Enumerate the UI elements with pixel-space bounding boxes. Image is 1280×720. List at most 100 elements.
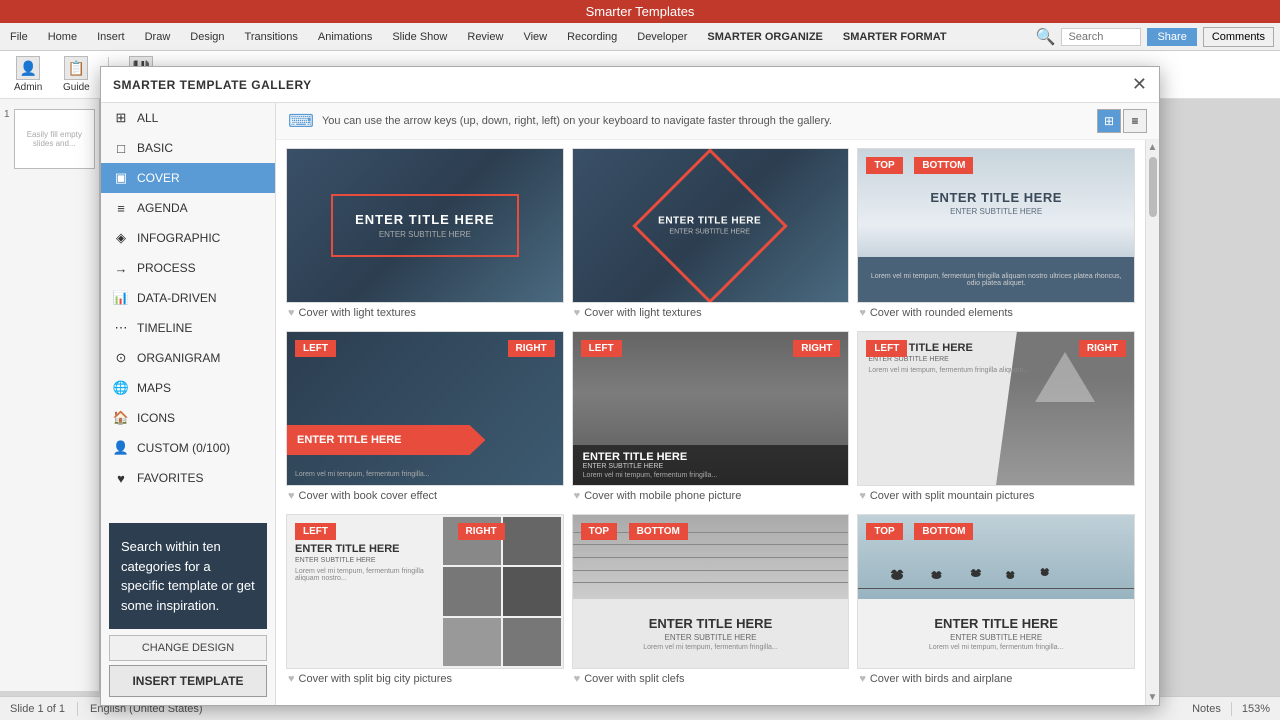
gallery-thumb-1[interactable]: ENTER TITLE HERE ENTER SUBTITLE HERE xyxy=(286,148,564,303)
heart-icon-3[interactable]: ♥ xyxy=(859,307,866,319)
share-button[interactable]: Share xyxy=(1147,28,1196,46)
heart-icon-4[interactable]: ♥ xyxy=(288,490,295,502)
change-design-button[interactable]: CHANGE DESIGN xyxy=(109,635,267,661)
ribbon-animations[interactable]: Animations xyxy=(314,29,376,45)
heart-icon-5[interactable]: ♥ xyxy=(574,490,581,502)
heart-icon-2[interactable]: ♥ xyxy=(574,307,581,319)
ribbon-smarter-format[interactable]: SMARTER FORMAT xyxy=(839,29,951,45)
gallery-thumb-7[interactable]: LEFT RIGHT ENTER TITLE HERE ENTER SUBTIT… xyxy=(286,514,564,669)
gallery-item-7: LEFT RIGHT ENTER TITLE HERE ENTER SUBTIT… xyxy=(286,514,564,689)
tag-right-4[interactable]: RIGHT xyxy=(508,340,555,357)
tag-bottom-9[interactable]: BOTTOM xyxy=(914,523,973,540)
tag-right-7[interactable]: RIGHT xyxy=(458,523,505,540)
app-title: Smarter Templates xyxy=(586,4,695,19)
ribbon-home[interactable]: Home xyxy=(44,29,81,45)
grid-view-button[interactable]: ⊞ xyxy=(1097,109,1121,133)
tag-left-4[interactable]: LEFT xyxy=(295,340,336,357)
gallery-label-7: ♥ Cover with split big city pictures xyxy=(286,669,564,689)
sidebar-item-agenda[interactable]: ≡ AGENDA xyxy=(101,193,275,223)
heart-icon-8[interactable]: ♥ xyxy=(574,673,581,685)
sidebar-item-timeline[interactable]: ⋯ TIMELINE xyxy=(101,313,275,343)
gallery-thumb-9[interactable]: TOP BOTTOM xyxy=(857,514,1135,669)
admin-button[interactable]: 👤 Admin xyxy=(8,54,48,95)
ribbon-transitions[interactable]: Transitions xyxy=(241,29,302,45)
ribbon-developer[interactable]: Developer xyxy=(633,29,691,45)
sidebar-item-infographic[interactable]: ◈ INFOGRAPHIC xyxy=(101,223,275,253)
sidebar-item-icons[interactable]: 🏠 ICONS xyxy=(101,403,275,433)
ribbon-design[interactable]: Design xyxy=(186,29,228,45)
sidebar-bottom: Search within ten categories for a speci… xyxy=(101,515,275,705)
tag-top-8[interactable]: TOP xyxy=(581,523,617,540)
city-photo-4 xyxy=(503,567,561,615)
list-view-button[interactable]: ≡ xyxy=(1123,109,1147,133)
tag-left-5[interactable]: LEFT xyxy=(581,340,622,357)
ribbon-recording[interactable]: Recording xyxy=(563,29,621,45)
gallery-thumb-8[interactable]: TOP BOTTOM xyxy=(572,514,850,669)
sidebar-item-favorites[interactable]: ♥ FAVORITES xyxy=(101,463,275,493)
tag-top-9[interactable]: TOP xyxy=(866,523,902,540)
sidebar-item-all[interactable]: ⊞ ALL xyxy=(101,103,275,133)
ribbon-slideshow[interactable]: Slide Show xyxy=(388,29,451,45)
title-bar: Smarter Templates xyxy=(0,0,1280,23)
gallery-item-2: ENTER TITLE HERE ENTER SUBTITLE HERE ♥ C… xyxy=(572,148,850,323)
gallery-thumb-5[interactable]: LEFT RIGHT ENTER TITLE HERE ENTER SUBTIT… xyxy=(572,331,850,486)
gallery-thumb-4[interactable]: LEFT RIGHT ENTER TITLE HERE Lorem vel mi… xyxy=(286,331,564,486)
tag-bottom-8[interactable]: BOTTOM xyxy=(629,523,688,540)
gallery-thumb-3[interactable]: TOP BOTTOM ENTER TITLE HERE ENTER SUBTIT… xyxy=(857,148,1135,303)
tip-icon: ⌨ xyxy=(288,111,314,132)
heart-icon-1[interactable]: ♥ xyxy=(288,307,295,319)
ribbon-file[interactable]: File xyxy=(6,29,32,45)
scrollbar: ▲ ▼ xyxy=(1145,140,1159,705)
scroll-up-arrow[interactable]: ▲ xyxy=(1148,142,1158,153)
search-icon[interactable]: 🔍 xyxy=(1036,27,1056,47)
dialog-close-button[interactable]: ✕ xyxy=(1132,74,1147,95)
city-photo-2 xyxy=(503,517,561,565)
tag-left-6[interactable]: LEFT xyxy=(866,340,907,357)
tag-right-6[interactable]: RIGHT xyxy=(1079,340,1126,357)
organigram-icon: ⊙ xyxy=(113,350,129,366)
basic-icon: □ xyxy=(113,140,129,156)
ribbon-draw[interactable]: Draw xyxy=(141,29,175,45)
tag-right-5[interactable]: RIGHT xyxy=(793,340,840,357)
sidebar-item-cover[interactable]: ▣ COVER xyxy=(101,163,275,193)
heart-icon-6[interactable]: ♥ xyxy=(859,490,866,502)
dialog-title: SMARTER TEMPLATE GALLERY xyxy=(113,78,312,92)
gallery-label-4: ♥ Cover with book cover effect xyxy=(286,486,564,506)
tag-bottom-3[interactable]: BOTTOM xyxy=(914,157,973,174)
ribbon-search-input[interactable] xyxy=(1061,28,1141,46)
comments-button[interactable]: Comments xyxy=(1203,27,1274,47)
notes-button[interactable]: Notes xyxy=(1192,703,1221,715)
gallery-item-1: ENTER TITLE HERE ENTER SUBTITLE HERE ♥ C… xyxy=(286,148,564,323)
slide-info: Slide 1 of 1 xyxy=(10,703,65,715)
gallery-label-8: ♥ Cover with split clefs xyxy=(572,669,850,689)
ribbon-smarter-organize[interactable]: SMARTER ORGANIZE xyxy=(703,29,827,45)
custom-icon: 👤 xyxy=(113,440,129,456)
slide-thumbnail[interactable]: Easily fill empty slides and... xyxy=(14,109,95,169)
city-photo-5 xyxy=(443,618,501,666)
thumb1-sub: ENTER SUBTITLE HERE xyxy=(355,230,495,239)
cover-icon: ▣ xyxy=(113,170,129,186)
sidebar-item-basic[interactable]: □ BASIC xyxy=(101,133,275,163)
guide-button[interactable]: 📋 Guide xyxy=(56,54,96,95)
ribbon-review[interactable]: Review xyxy=(463,29,507,45)
sidebar-item-data-driven[interactable]: 📊 DATA-DRIVEN xyxy=(101,283,275,313)
ribbon-view[interactable]: View xyxy=(519,29,551,45)
ribbon-insert[interactable]: Insert xyxy=(93,29,129,45)
sidebar-item-organigram[interactable]: ⊙ ORGANIGRAM xyxy=(101,343,275,373)
guide-icon: 📋 xyxy=(64,56,88,80)
scroll-down-arrow[interactable]: ▼ xyxy=(1148,692,1158,703)
sidebar-item-custom[interactable]: 👤 CUSTOM (0/100) xyxy=(101,433,275,463)
gallery-thumb-6[interactable]: LEFT RIGHT ENTER TITLE HERE ENTER SUBTIT… xyxy=(857,331,1135,486)
gallery-thumb-2[interactable]: ENTER TITLE HERE ENTER SUBTITLE HERE xyxy=(572,148,850,303)
gallery-label-6: ♥ Cover with split mountain pictures xyxy=(857,486,1135,506)
tag-left-7[interactable]: LEFT xyxy=(295,523,336,540)
tag-top-3[interactable]: TOP xyxy=(866,157,902,174)
sidebar-item-process[interactable]: → PROCESS xyxy=(101,253,275,283)
heart-icon-9[interactable]: ♥ xyxy=(859,673,866,685)
scroll-thumb[interactable] xyxy=(1149,157,1157,217)
heart-icon-7[interactable]: ♥ xyxy=(288,673,295,685)
insert-template-button[interactable]: INSERT TEMPLATE xyxy=(109,665,267,697)
tip-text: You can use the arrow keys (up, down, ri… xyxy=(322,115,832,127)
sidebar-item-maps[interactable]: 🌐 MAPS xyxy=(101,373,275,403)
city-photo-6 xyxy=(503,618,561,666)
